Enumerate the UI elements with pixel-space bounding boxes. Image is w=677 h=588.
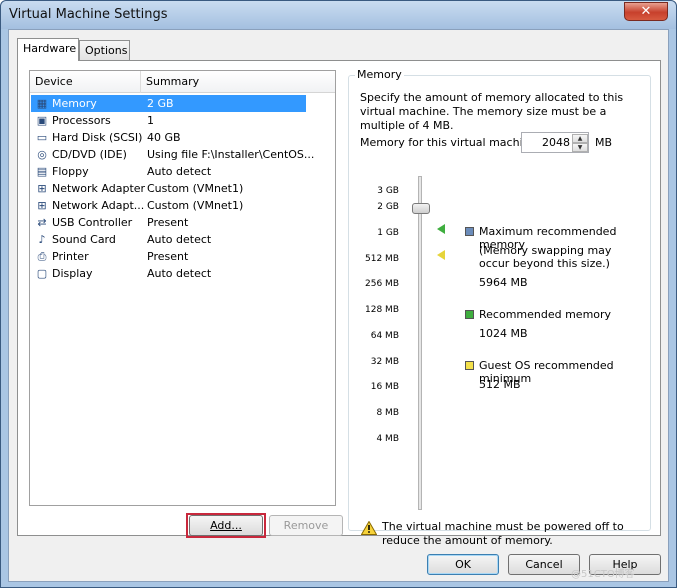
warning-text: The virtual machine must be powered off … (382, 520, 624, 547)
device-summary: Auto detect (147, 165, 212, 178)
device-summary: Custom (VMnet1) (147, 182, 244, 195)
settings-window: Virtual Machine Settings ✕ Hardware Opti… (0, 0, 677, 588)
scale-tick-label: 32 MB (370, 357, 399, 367)
device-name: Printer (52, 250, 89, 263)
dialog-client: Hardware Options Device Summary ▦ Memory 2… (8, 29, 669, 582)
scale-tick-label: 128 MB (365, 305, 399, 315)
usb-icon: ⇄ (37, 216, 47, 229)
column-summary[interactable]: Summary (146, 75, 199, 88)
remove-button[interactable]: Remove (269, 515, 343, 536)
device-summary: Using file F:\Installer\CentOS... (147, 148, 315, 161)
max-legend-swatch (465, 227, 474, 236)
device-name: Network Adapter (52, 182, 146, 195)
warning-icon (361, 521, 377, 535)
scale-tick-label: 16 MB (370, 382, 399, 392)
max-legend-note: (Memory swapping may occur beyond this s… (479, 244, 612, 270)
device-summary: 2 GB (147, 97, 174, 110)
network-adapter-icon: ⊞ (37, 199, 47, 212)
sound-card-icon: ♪ (38, 233, 46, 246)
device-name: CD/DVD (IDE) (52, 148, 127, 161)
window-title: Virtual Machine Settings (9, 7, 168, 22)
scale-tick-label: 3 GB (377, 186, 399, 196)
device-name: Hard Disk (SCSI) (52, 131, 143, 144)
scale-tick-label: 512 MB (365, 254, 399, 264)
guest-min-legend-value: 512 MB (479, 378, 521, 391)
tab-options[interactable]: Options (79, 40, 130, 60)
device-summary: 1 (147, 114, 154, 127)
device-row[interactable]: ▦ Memory 2 GB (31, 95, 306, 112)
memory-slider-track[interactable] (418, 176, 422, 510)
device-list[interactable]: Device Summary ▦ Memory 2 GB ▣ Processors 1 ▭ H… (29, 70, 336, 506)
add-button[interactable]: Add... (189, 515, 263, 536)
device-list-header: Device Summary (30, 71, 335, 93)
memory-field-label: Memory for this virtual machine: (360, 136, 541, 149)
device-row[interactable]: ⊞ Network Adapt... Custom (VMnet1) (31, 197, 306, 214)
device-name: Sound Card (52, 233, 116, 246)
scale-tick-label: 1 GB (377, 228, 399, 238)
column-separator (140, 71, 141, 93)
device-name: Display (52, 267, 93, 280)
device-row[interactable]: ▤ Floppy Auto detect (31, 163, 306, 180)
floppy-icon: ▤ (36, 165, 48, 178)
memory-unit: MB (595, 136, 613, 149)
device-name: Memory (52, 97, 97, 110)
column-device[interactable]: Device (35, 75, 73, 88)
device-row[interactable]: ⎙ Printer Present (31, 248, 306, 265)
memory-icon: ▦ (36, 97, 48, 110)
device-row[interactable]: ◎ CD/DVD (IDE) Using file F:\Installer\Cen… (31, 146, 314, 163)
recommended-legend-label: Recommended memory (479, 308, 612, 321)
max-legend-value: 5964 MB (479, 276, 528, 289)
device-summary: Auto detect (147, 233, 212, 246)
recommended-legend-swatch (465, 310, 474, 319)
memory-slider-thumb[interactable] (412, 203, 430, 214)
memory-stepper[interactable]: 2048 ▲ ▼ (521, 132, 589, 153)
network-adapter-icon: ⊞ (37, 182, 47, 195)
hardware-panel: Device Summary ▦ Memory 2 GB ▣ Processors 1 ▭ H… (17, 60, 661, 547)
ok-button[interactable]: OK (427, 554, 499, 575)
memory-group: Memory Specify the amount of memory allo… (348, 68, 651, 547)
device-name: Processors (52, 114, 111, 127)
device-summary: Present (147, 216, 189, 229)
device-row[interactable]: ▣ Processors 1 (31, 112, 306, 129)
memory-group-title: Memory (355, 68, 404, 81)
guest-min-marker-icon (437, 250, 445, 260)
scale-tick-label: 64 MB (370, 331, 399, 341)
display-icon: ▢ (36, 267, 48, 280)
printer-icon: ⎙ (37, 250, 47, 263)
device-row[interactable]: ⇄ USB Controller Present (31, 214, 306, 231)
device-summary: Auto detect (147, 267, 212, 280)
device-summary: Present (147, 250, 189, 263)
device-row[interactable]: ▢ Display Auto detect (31, 265, 306, 282)
device-summary: 40 GB (147, 131, 181, 144)
tab-hardware[interactable]: Hardware (17, 38, 79, 61)
close-button[interactable]: ✕ (624, 2, 668, 21)
device-row[interactable]: ▭ Hard Disk (SCSI) 40 GB (31, 129, 306, 146)
scale-tick-label: 4 MB (376, 434, 399, 444)
close-icon: ✕ (640, 4, 652, 19)
recommended-marker-icon (437, 224, 445, 234)
device-row[interactable]: ♪ Sound Card Auto detect (31, 231, 306, 248)
watermark: @51CTO博客 (571, 569, 635, 580)
hard-disk-icon: ▭ (36, 131, 48, 144)
scale-tick-label: 2 GB (377, 202, 399, 212)
memory-input[interactable]: 2048 (522, 136, 570, 149)
cd-dvd-icon: ◎ (37, 148, 47, 161)
device-name: Network Adapt... (52, 199, 145, 212)
recommended-legend-value: 1024 MB (479, 327, 528, 340)
spin-up-icon[interactable]: ▲ (572, 134, 588, 143)
device-row[interactable]: ⊞ Network Adapter Custom (VMnet1) (31, 180, 306, 197)
cancel-button[interactable]: Cancel (508, 554, 580, 575)
spin-down-icon[interactable]: ▼ (572, 143, 588, 152)
memory-description: Specify the amount of memory allocated t… (360, 91, 624, 132)
guest-min-legend-swatch (465, 361, 474, 370)
device-name: USB Controller (52, 216, 133, 229)
scale-tick-label: 8 MB (376, 408, 399, 418)
processor-icon: ▣ (36, 114, 48, 127)
scale-tick-label: 256 MB (365, 279, 399, 289)
device-summary: Custom (VMnet1) (147, 199, 244, 212)
device-name: Floppy (52, 165, 89, 178)
title-bar[interactable]: Virtual Machine Settings ✕ (1, 1, 676, 29)
